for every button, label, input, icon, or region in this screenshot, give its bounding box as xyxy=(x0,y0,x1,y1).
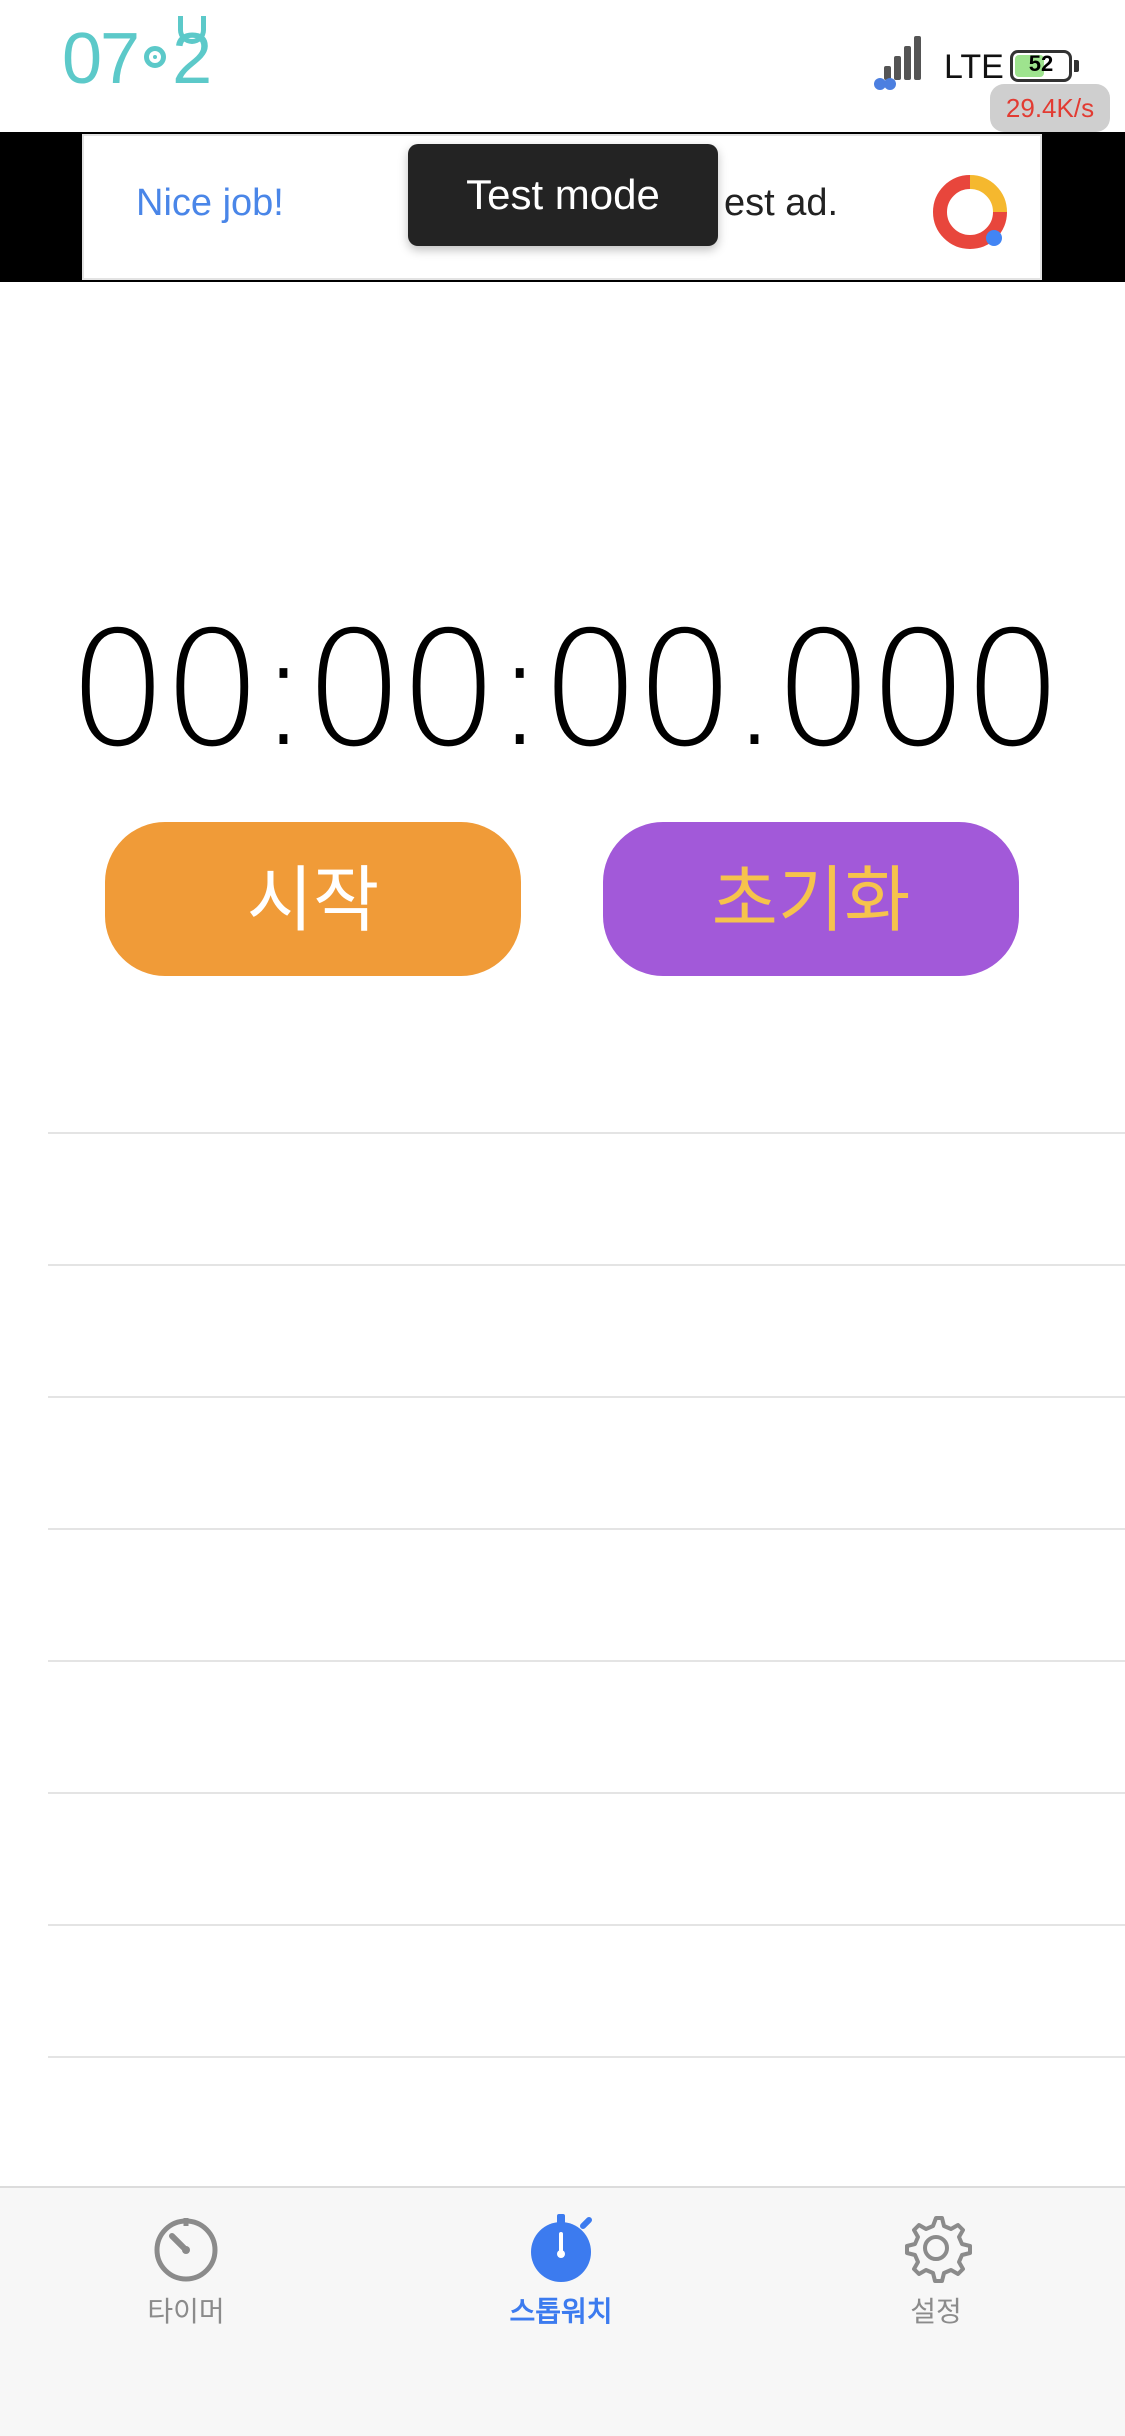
ad-logo-icon xyxy=(933,175,1007,249)
lap-list xyxy=(48,1132,1125,2188)
list-item xyxy=(48,1792,1125,1924)
clock-separator-icon xyxy=(144,46,167,68)
tab-timer[interactable]: 타이머 xyxy=(76,2212,296,2362)
list-item xyxy=(48,2056,1125,2188)
battery-tip xyxy=(1074,60,1079,72)
reset-button[interactable]: 초기화 xyxy=(603,822,1019,976)
status-bar: 07 2 LTE 52 29.4K/s xyxy=(0,0,1125,132)
ad-text: est ad. xyxy=(724,182,839,224)
list-item xyxy=(48,1132,1125,1264)
stopwatch-display: 00:00:00.000 xyxy=(67,598,1063,782)
start-button[interactable]: 시작 xyxy=(105,822,521,976)
list-item xyxy=(48,1396,1125,1528)
clock-partial-digit-icon xyxy=(178,16,206,44)
list-item xyxy=(48,1660,1125,1792)
tab-label: 타이머 xyxy=(147,2295,225,2328)
clock-text: 07 xyxy=(62,19,140,99)
tab-label: 설정 xyxy=(910,2295,962,2328)
test-mode-toast: Test mode xyxy=(408,144,718,246)
status-clock: 07 2 xyxy=(62,14,212,104)
signal-icon xyxy=(874,34,924,90)
tab-bar: 타이머 스톱워치 설정 xyxy=(0,2186,1125,2436)
network-type: LTE xyxy=(944,48,1004,86)
list-item xyxy=(48,1528,1125,1660)
network-speed: 29.4K/s xyxy=(990,84,1110,132)
list-item xyxy=(48,1264,1125,1396)
ad-nice-text: Nice job! xyxy=(136,182,284,224)
gear-icon xyxy=(905,2216,972,2283)
tab-stopwatch[interactable]: 스톱워치 xyxy=(451,2212,671,2362)
battery-icon: 52 xyxy=(1010,50,1072,82)
battery-level: 52 xyxy=(1028,51,1054,76)
timer-icon xyxy=(154,2218,218,2282)
tab-label: 스톱워치 xyxy=(509,2295,613,2328)
tab-settings[interactable]: 설정 xyxy=(826,2212,1046,2362)
list-item xyxy=(48,1924,1125,2056)
stopwatch-icon xyxy=(531,2214,592,2282)
